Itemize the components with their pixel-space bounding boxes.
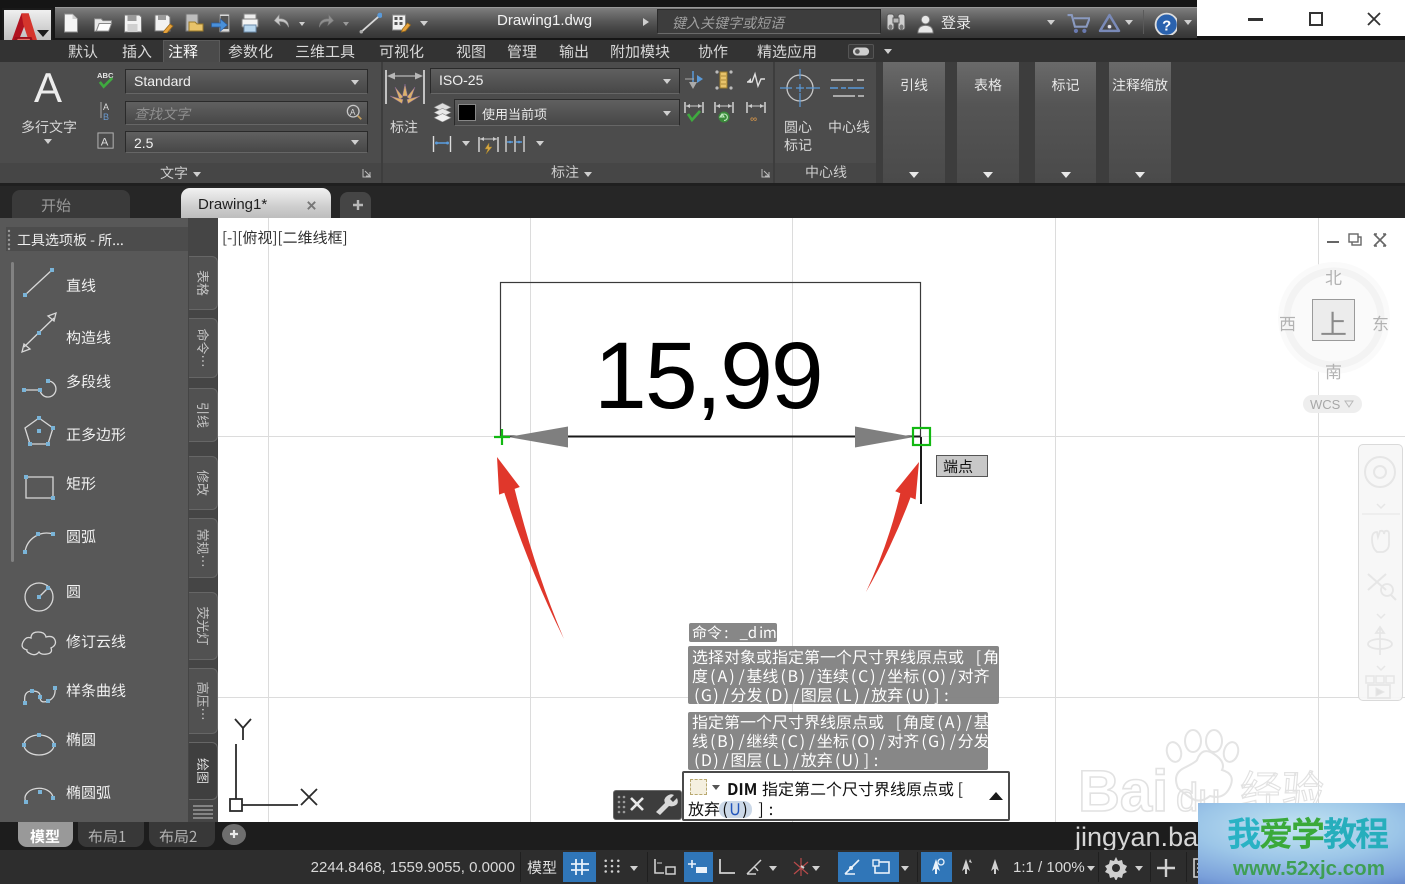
svg-text:∞: ∞ <box>750 114 757 124</box>
svg-text:A: A <box>101 136 109 148</box>
svg-text:B: B <box>103 112 109 122</box>
svg-text:A: A <box>103 102 109 112</box>
svg-text:A: A <box>350 108 356 117</box>
svg-text:?: ? <box>1162 17 1171 34</box>
